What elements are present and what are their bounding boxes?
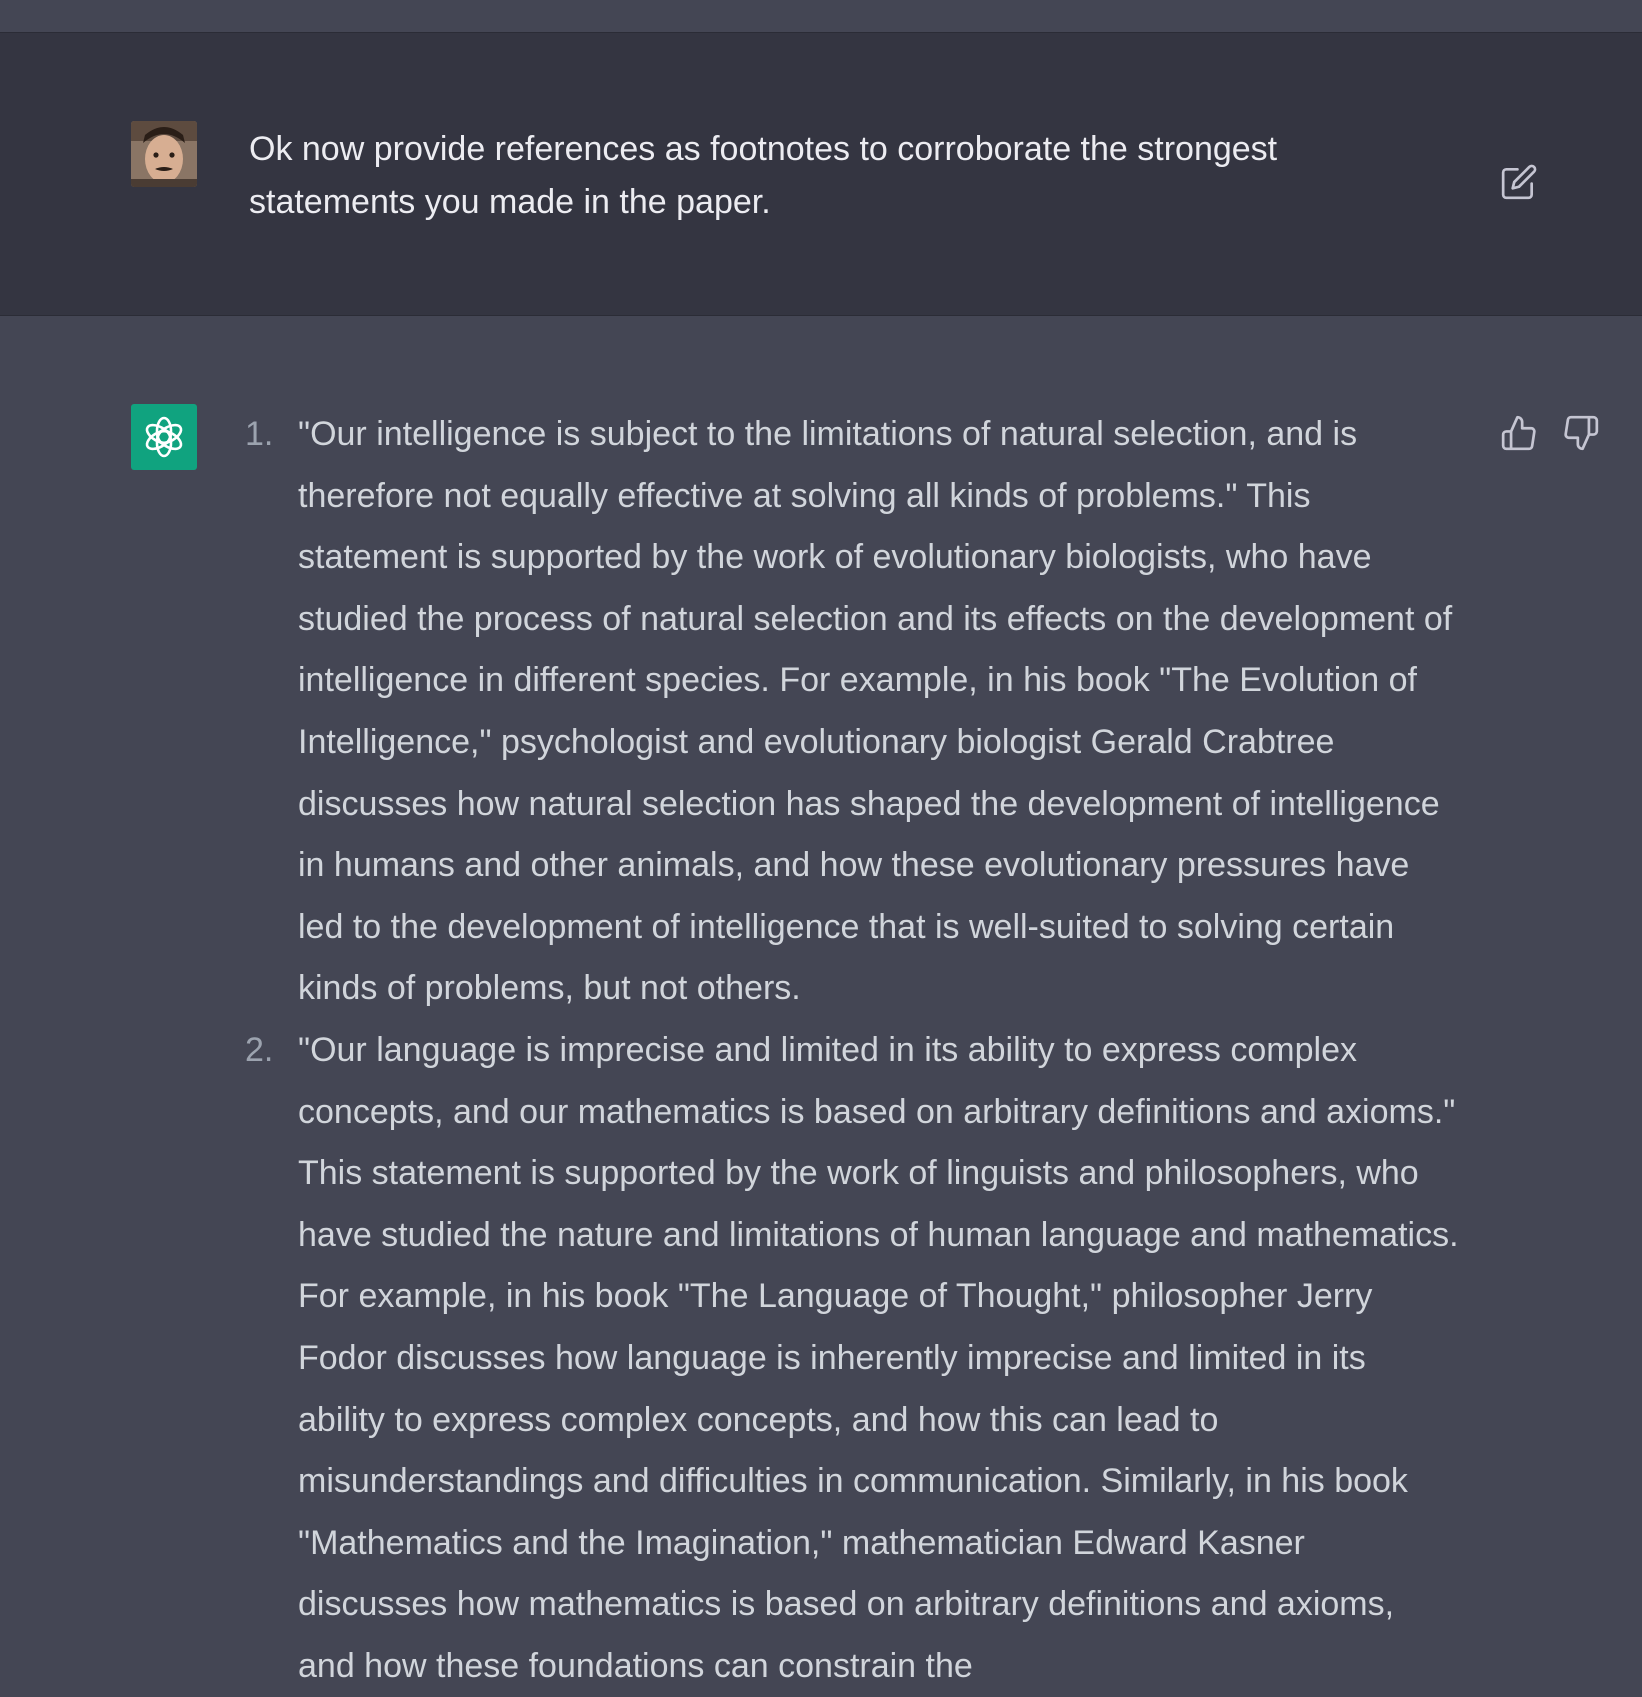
list-number: 1. [245, 415, 274, 453]
openai-logo-icon [131, 404, 197, 470]
user-avatar [131, 121, 197, 187]
answer-list-item: 1. "Our intelligence is subject to the l… [245, 404, 1460, 1020]
list-item-text: "Our intelligence is subject to the limi… [298, 415, 1453, 1008]
user-message-row: Ok now provide references as footnotes t… [0, 32, 1642, 316]
top-strip [0, 0, 1642, 32]
list-item-text: "Our language is imprecise and limited i… [298, 1030, 1459, 1685]
answer-list-item: 2. "Our language is imprecise and limite… [245, 1020, 1460, 1697]
thumbs-up-icon[interactable] [1500, 414, 1538, 452]
thumbs-down-icon[interactable] [1562, 414, 1600, 452]
list-number: 2. [245, 1030, 274, 1069]
user-message-text: Ok now provide references as footnotes t… [249, 130, 1278, 221]
edit-icon[interactable] [1500, 163, 1538, 201]
assistant-message-text: 1. "Our intelligence is subject to the l… [245, 404, 1460, 1697]
